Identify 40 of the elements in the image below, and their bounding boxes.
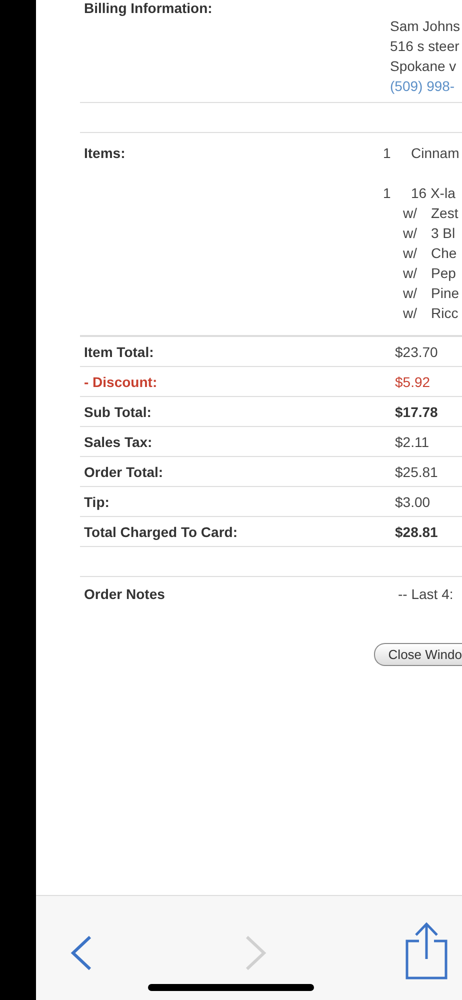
modifier-name: 3 Bl — [431, 224, 456, 243]
modifier-name: Zest — [431, 204, 458, 223]
row-value: $3.00 — [394, 493, 432, 512]
modifier-prefix: w/ — [403, 204, 418, 223]
close-window-button[interactable]: Close Windo — [374, 643, 462, 666]
modifier-prefix: w/ — [403, 304, 418, 323]
row-value: $25.81 — [394, 463, 439, 482]
section-title: Billing Information: — [83, 0, 212, 16]
row-value: -- Last 4: — [398, 585, 454, 604]
row-label: Sales Tax: — [83, 433, 154, 452]
row-value: $28.81 — [394, 523, 439, 542]
share-icon[interactable] — [405, 922, 448, 980]
modifier-prefix: w/ — [403, 244, 418, 263]
row-label: Total Charged To Card: — [83, 523, 238, 542]
modifier-name: Che — [431, 244, 457, 263]
modifier-prefix: w/ — [403, 284, 418, 303]
modifier-prefix: w/ — [403, 224, 418, 243]
modifier-name: Ricc — [431, 304, 458, 323]
row-value: $5.92 — [394, 373, 432, 392]
item-name: 16 X-la — [411, 184, 456, 203]
address-line: Spokane v — [390, 57, 458, 76]
row-label: Order Notes — [83, 585, 166, 604]
row-value: $2.11 — [394, 433, 430, 452]
row-label: Sub Total: — [83, 403, 152, 422]
item-quantity: 1 — [383, 184, 392, 203]
modifier-name: Pep — [431, 264, 456, 283]
address-line: Sam Johns — [390, 17, 462, 36]
address-line: 516 s steer — [390, 37, 460, 56]
row-label: Items: — [83, 145, 126, 161]
row-label: Tip: — [83, 493, 110, 512]
back-icon[interactable] — [70, 935, 92, 971]
modifier-name: Pine — [431, 284, 460, 303]
item-name: Cinnam — [411, 144, 460, 163]
row-label: Item Total: — [83, 343, 155, 362]
modifier-prefix: w/ — [403, 264, 418, 283]
row-value: $17.78 — [394, 403, 439, 422]
row-label: - Discount: — [83, 373, 158, 392]
row-label: Order Total: — [83, 463, 164, 482]
item-quantity: 1 — [383, 144, 392, 163]
row-value: $23.70 — [394, 343, 439, 362]
